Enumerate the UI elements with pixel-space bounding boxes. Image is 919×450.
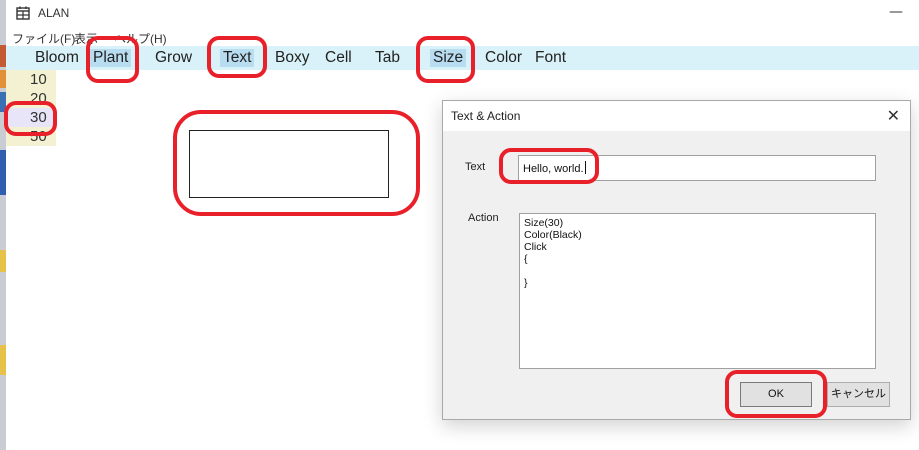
dialog-title-bar: Text & Action ✕ — [443, 101, 910, 131]
annotation-text — [207, 36, 267, 78]
action-label: Action — [468, 212, 499, 224]
annotation-text-input — [499, 148, 599, 184]
cancel-button[interactable]: キャンセル — [827, 382, 890, 407]
title-bar: ALAN — — [6, 0, 919, 28]
annotation-plant — [86, 36, 139, 83]
annotation-size — [416, 36, 475, 83]
minimize-button[interactable]: — — [889, 4, 903, 20]
annotation-ok-button — [725, 370, 827, 418]
tool-bloom[interactable]: Bloom — [32, 49, 82, 67]
menu-file[interactable]: ファイル(F) — [12, 30, 75, 47]
tool-grow[interactable]: Grow — [152, 49, 195, 67]
close-icon[interactable]: ✕ — [887, 106, 900, 126]
annotation-text-box — [173, 110, 420, 216]
action-textarea[interactable]: Size(30) Color(Black) Click { } — [519, 213, 876, 369]
calendar-app-icon — [16, 6, 30, 20]
tool-tab[interactable]: Tab — [372, 49, 403, 67]
tool-font[interactable]: Font — [532, 49, 569, 67]
text-label: Text — [465, 161, 486, 173]
window-title: ALAN — [38, 6, 70, 20]
tool-color[interactable]: Color — [482, 49, 525, 67]
size-item-10[interactable]: 10 — [6, 70, 56, 89]
dialog-title: Text & Action — [451, 109, 521, 123]
annotation-size-30 — [4, 101, 57, 136]
tool-boxy[interactable]: Boxy — [272, 49, 312, 67]
tool-cell[interactable]: Cell — [322, 49, 355, 67]
